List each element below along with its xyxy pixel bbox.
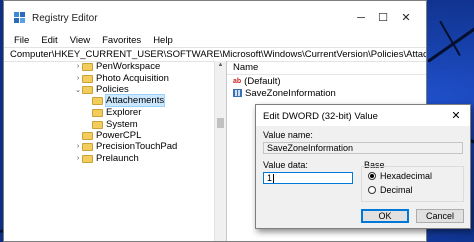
tree-item-label: Explorer <box>106 107 142 118</box>
value-data-label: Value data: <box>263 160 308 170</box>
folder-open-icon <box>92 96 103 105</box>
radio-label: Decimal <box>380 185 413 195</box>
radio-unselected-icon <box>368 186 376 194</box>
tree-item-policies[interactable]: ⌄ Policies <box>74 84 129 95</box>
value-name-label: Value name: <box>263 130 313 140</box>
menu-bar: File Edit View Favorites Help <box>4 34 426 47</box>
close-button[interactable]: ✕ <box>384 1 426 34</box>
cancel-button[interactable]: Cancel <box>416 209 464 223</box>
tree-item-powercpl[interactable]: PowerCPL <box>74 130 141 141</box>
folder-icon <box>82 154 93 163</box>
scroll-up-icon[interactable]: ▲ <box>215 62 226 68</box>
value-data-text: 1 <box>267 173 273 183</box>
dialog-close-button[interactable]: ✕ <box>442 105 470 126</box>
value-data-input[interactable]: 1 <box>263 172 353 184</box>
folder-icon <box>92 120 103 129</box>
dialog-title-bar: Edit DWORD (32-bit) Value ✕ <box>256 105 470 126</box>
tree-item-label: PenWorkspace <box>96 61 161 72</box>
radio-selected-icon <box>368 172 376 180</box>
edit-dword-dialog: Edit DWORD (32-bit) Value ✕ Value name: … <box>255 104 471 229</box>
tree-item-label: Policies <box>96 84 129 95</box>
expand-chevron-icon[interactable]: › <box>74 63 82 70</box>
dword-value-icon <box>233 89 242 97</box>
address-bar[interactable]: Computer\HKEY_CURRENT_USER\SOFTWARE\Micr… <box>4 47 426 62</box>
tree-item-precisiontouchpad[interactable]: › PrecisionTouchPad <box>74 141 178 152</box>
tree-item-explorer[interactable]: Explorer <box>84 107 141 118</box>
menu-help[interactable]: Help <box>147 35 179 46</box>
folder-icon <box>82 74 93 83</box>
dialog-title: Edit DWORD (32-bit) Value <box>263 111 378 122</box>
expand-chevron-icon[interactable]: › <box>74 75 82 82</box>
radio-decimal[interactable]: Decimal <box>368 185 413 195</box>
tree-item-label: Attachements <box>104 94 166 107</box>
menu-file[interactable]: File <box>8 35 35 46</box>
value-name: SaveZoneInformation <box>245 87 336 99</box>
close-icon: ✕ <box>401 12 411 24</box>
collapse-chevron-icon[interactable]: ⌄ <box>74 86 82 94</box>
menu-edit[interactable]: Edit <box>35 35 63 46</box>
menu-view[interactable]: View <box>64 35 96 46</box>
expand-chevron-icon[interactable]: › <box>74 155 82 162</box>
ok-button[interactable]: OK <box>361 209 409 223</box>
folder-icon <box>82 142 93 151</box>
value-name: (Default) <box>244 75 281 87</box>
value-row-savezoneinformation[interactable]: SaveZoneInformation <box>227 87 426 99</box>
tree-item-system[interactable]: System <box>84 119 138 130</box>
value-name-field: SaveZoneInformation <box>263 142 463 154</box>
title-bar: Registry Editor ─ ☐ ✕ <box>4 1 426 34</box>
folder-icon <box>92 108 103 117</box>
tree-item-label: Photo Acquisition <box>96 73 169 84</box>
folder-icon <box>82 62 93 71</box>
tree-item-prelaunch[interactable]: › Prelaunch <box>74 153 139 164</box>
registry-app-icon <box>14 12 25 23</box>
name-column-header[interactable]: Name <box>227 61 426 75</box>
tree-item-attachements[interactable]: Attachements <box>84 94 166 107</box>
radio-label: Hexadecimal <box>380 171 433 181</box>
value-row-default[interactable]: ab (Default) <box>227 75 426 87</box>
expand-chevron-icon[interactable]: › <box>74 143 82 150</box>
tree-item-label: System <box>106 119 138 130</box>
folder-icon <box>82 85 93 94</box>
tree-item-photo-acquisition[interactable]: › Photo Acquisition <box>74 73 169 84</box>
folder-icon <box>82 131 93 140</box>
tree-scrollbar[interactable]: ▲ <box>214 61 226 241</box>
key-tree: › PenWorkspace › Photo Acquisition ⌄ Pol… <box>4 61 227 241</box>
tree-item-label: Prelaunch <box>96 153 139 164</box>
tree-item-label: PowerCPL <box>96 130 142 141</box>
tree-item-penworkspace[interactable]: › PenWorkspace <box>74 61 160 72</box>
close-icon: ✕ <box>451 110 461 122</box>
scrollbar-thumb[interactable] <box>217 118 224 128</box>
menu-favorites[interactable]: Favorites <box>96 35 147 46</box>
text-caret <box>273 173 275 183</box>
string-value-icon: ab <box>233 77 242 85</box>
window-title: Registry Editor <box>32 13 98 24</box>
tree-item-label: PrecisionTouchPad <box>96 141 178 152</box>
radio-hexadecimal[interactable]: Hexadecimal <box>368 171 432 181</box>
